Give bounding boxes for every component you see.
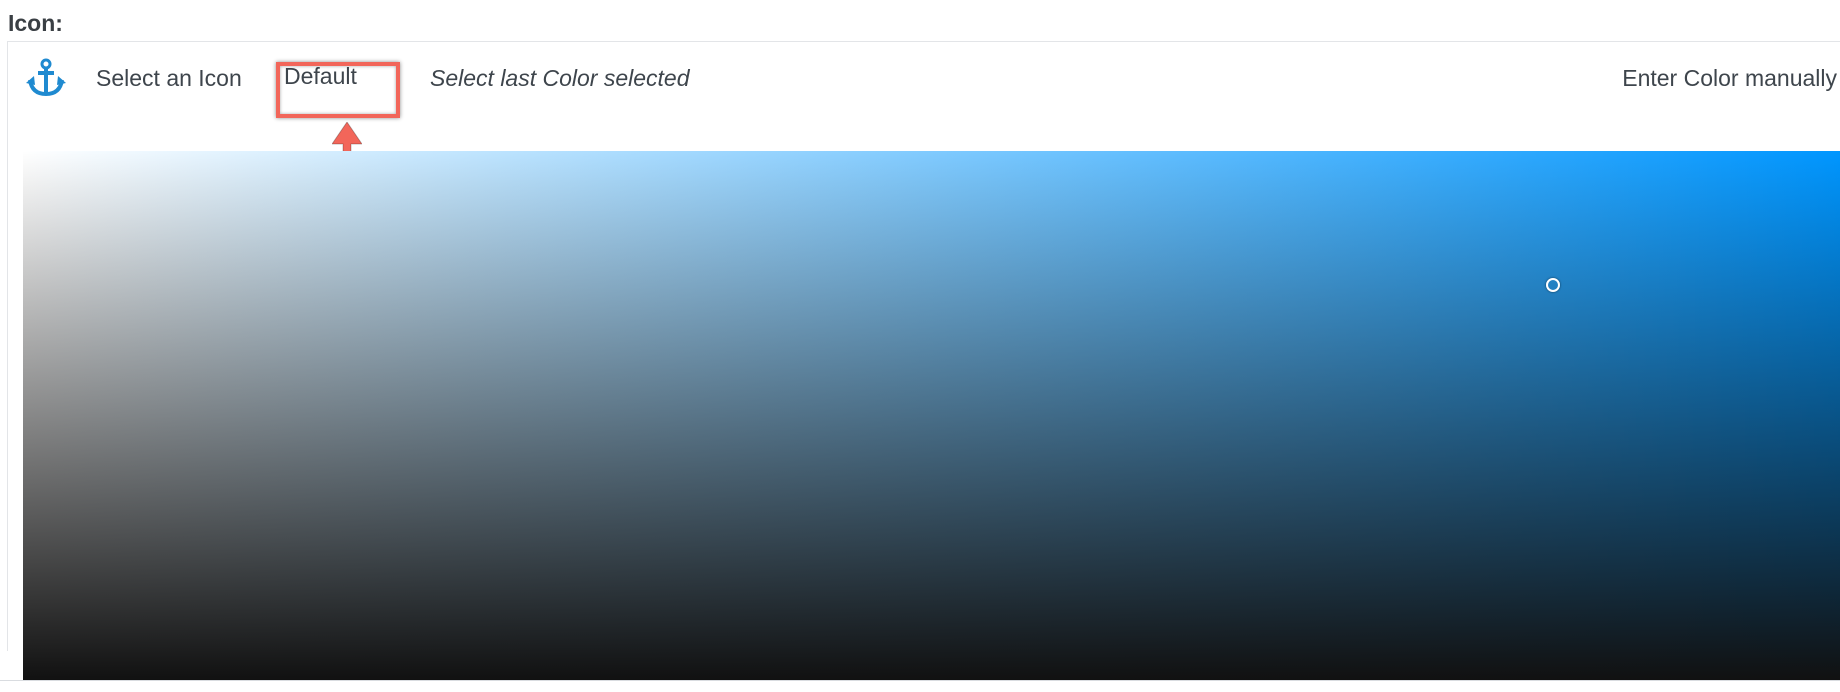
icon-toolbar: Select an Icon Default Select last Color… [8,42,1840,114]
select-last-color-link[interactable]: Select last Color selected [430,65,690,92]
icon-section-label: Icon: [8,10,63,36]
panel-divider [0,680,1840,681]
select-icon-link[interactable]: Select an Icon [96,65,242,92]
default-color-button[interactable]: Default [284,63,357,90]
anchor-icon[interactable] [26,58,66,98]
enter-color-manually-link[interactable]: Enter Color manually [1622,65,1837,92]
color-picker-handle[interactable] [1546,278,1560,292]
color-saturation-picker[interactable] [23,151,1840,680]
